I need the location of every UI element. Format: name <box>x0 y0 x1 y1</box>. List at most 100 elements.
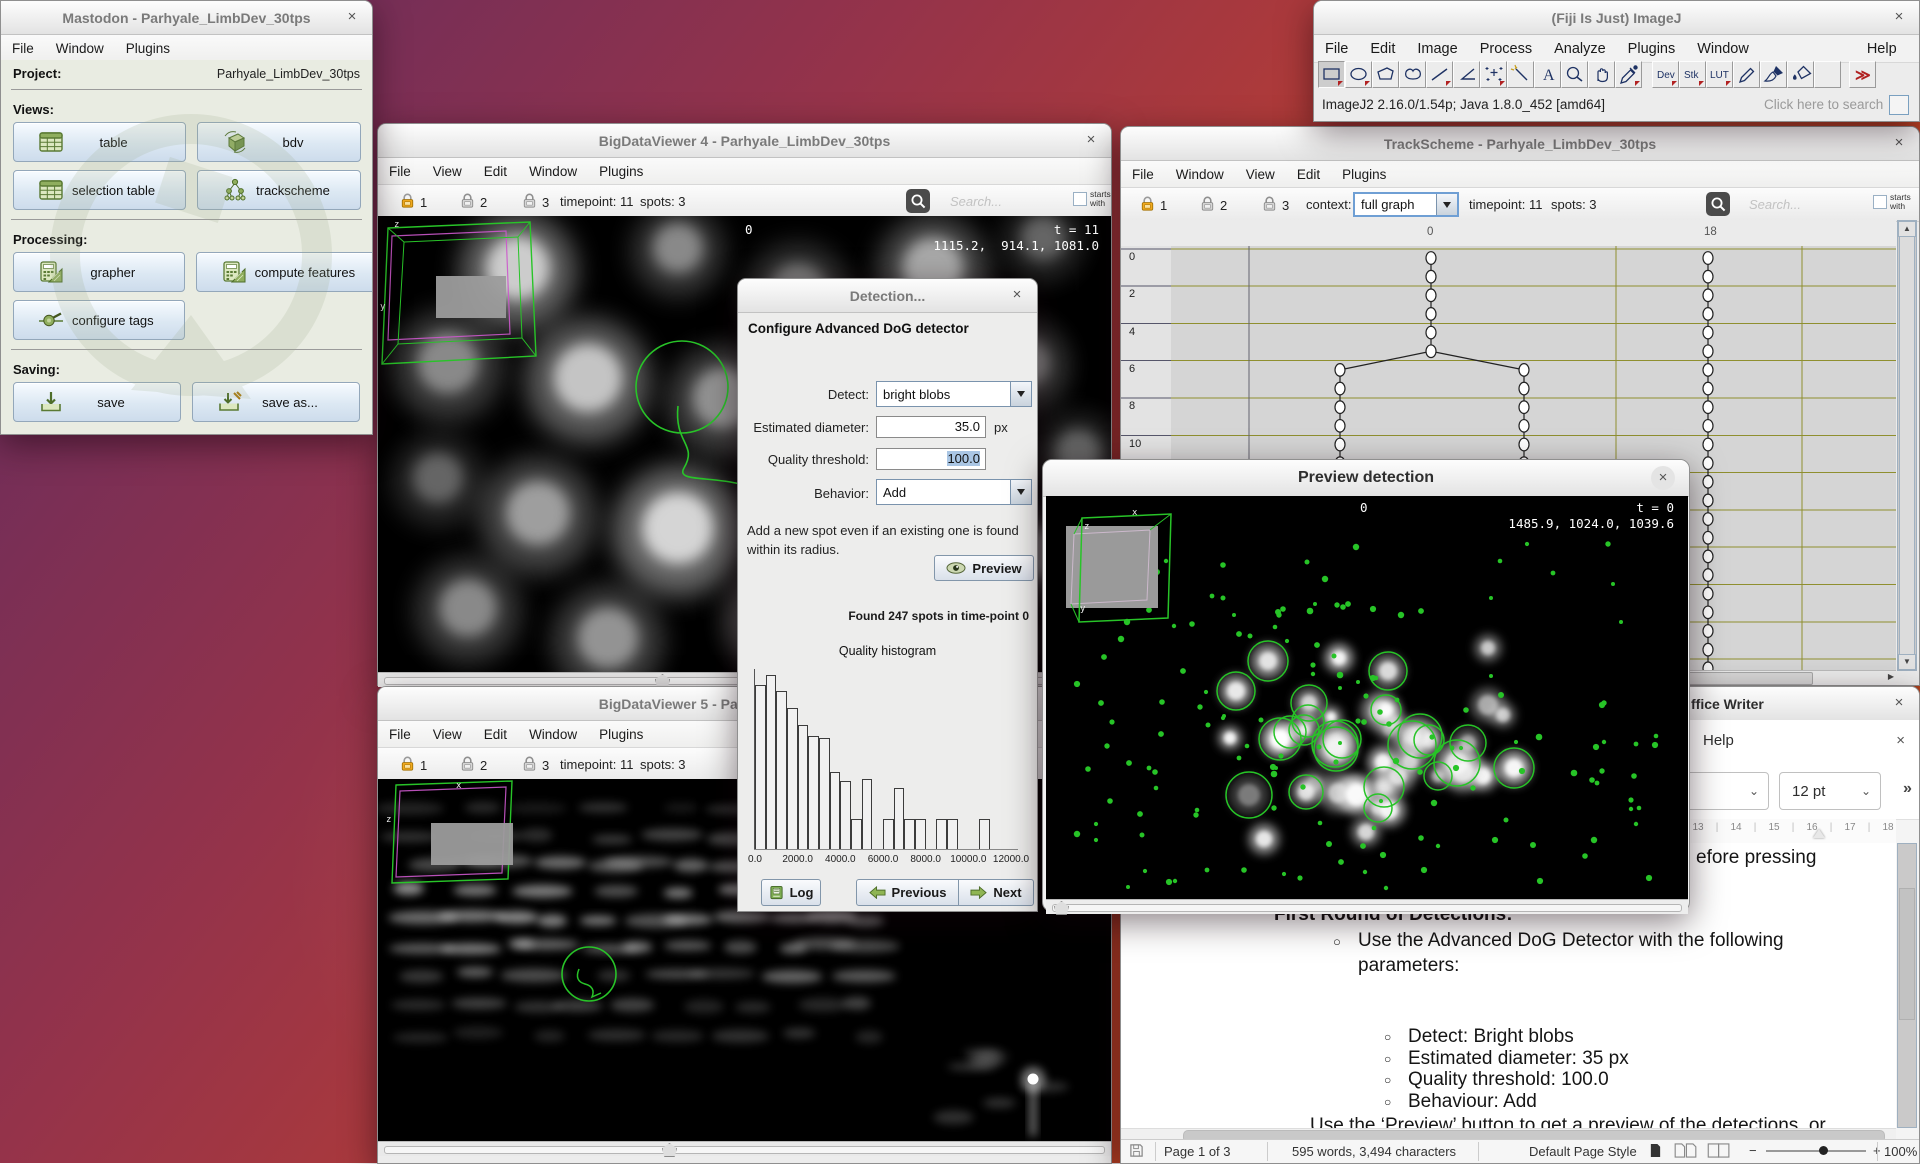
fill-tool[interactable] <box>1787 61 1814 88</box>
menu-view[interactable]: View <box>422 723 473 746</box>
lock-1[interactable]: 1 <box>399 755 427 775</box>
lock-1[interactable]: 1 <box>1139 195 1167 215</box>
menu-plugins[interactable]: Plugins <box>588 723 654 746</box>
vertical-scrollbar[interactable] <box>1897 843 1917 1128</box>
search-icon[interactable] <box>1706 192 1730 216</box>
menu-edit[interactable]: Edit <box>473 160 518 183</box>
menu-plugins[interactable]: Plugins <box>1617 37 1687 61</box>
lock-3[interactable]: 3 <box>1261 195 1289 215</box>
font-size-dropdown[interactable]: 12 pt⌄ <box>1779 772 1881 810</box>
scrollbar-thumb[interactable] <box>1899 888 1915 1020</box>
menu-edit[interactable]: Edit <box>473 723 518 746</box>
bdv4-titlebar[interactable]: BigDataViewer 4 - Parhyale_LimbDev_30tps… <box>378 124 1111 158</box>
search-icon[interactable] <box>906 189 930 213</box>
menu-image[interactable]: Image <box>1406 37 1468 61</box>
chevron-down-icon[interactable] <box>1010 480 1031 504</box>
menu-plugins[interactable]: Plugins <box>588 160 654 183</box>
menu-plugins[interactable]: Plugins <box>1331 163 1397 186</box>
more-tool[interactable]: ≫ <box>1849 61 1876 88</box>
menu-view[interactable]: View <box>422 160 473 183</box>
single-page-view-icon[interactable] <box>1649 1143 1662 1161</box>
rectangle-tool[interactable] <box>1318 61 1345 88</box>
preview-titlebar[interactable]: Preview detection× <box>1043 460 1689 497</box>
point-tool[interactable] <box>1480 61 1507 88</box>
menu-window[interactable]: Window <box>518 723 588 746</box>
menu-file[interactable]: File <box>378 160 422 183</box>
word-count[interactable]: 595 words, 3,494 characters <box>1292 1144 1456 1159</box>
save-status-icon[interactable] <box>1129 1143 1144 1161</box>
zoom-out-icon[interactable]: − <box>1749 1143 1757 1158</box>
chevron-down-icon[interactable] <box>1010 382 1031 406</box>
close-icon[interactable]: × <box>1890 694 1908 712</box>
freehand-tool[interactable] <box>1399 61 1426 88</box>
close-icon[interactable]: × <box>1651 466 1675 490</box>
lock-2[interactable]: 2 <box>459 755 487 775</box>
multi-page-view-icon[interactable] <box>1673 1143 1698 1161</box>
lock-3[interactable]: 3 <box>521 192 549 212</box>
search-input[interactable]: Search... <box>950 194 1002 209</box>
zoom-percent[interactable]: 100% <box>1884 1144 1917 1159</box>
starts-with-checkbox[interactable]: startswith <box>1073 190 1111 208</box>
page-count[interactable]: Page 1 of 3 <box>1164 1144 1231 1159</box>
imagej-titlebar[interactable]: (Fiji Is Just) ImageJ× <box>1314 1 1919 35</box>
lock-2[interactable]: 2 <box>459 192 487 212</box>
scrollbar-thumb[interactable] <box>1899 236 1915 655</box>
preview-image-canvas[interactable]: 0 t = 0 1485.9, 1024.0, 1039.6 x z y <box>1046 496 1688 899</box>
search-input[interactable]: Search... <box>1749 197 1801 212</box>
text-tool[interactable]: A <box>1534 61 1561 88</box>
zoom-slider[interactable] <box>1766 1150 1866 1152</box>
chevron-down-icon[interactable] <box>1436 194 1457 215</box>
preview-button[interactable]: Preview <box>934 555 1034 581</box>
wand-tool[interactable] <box>1507 61 1534 88</box>
dropper-tool[interactable] <box>1615 61 1642 88</box>
close-icon[interactable]: × <box>1890 134 1908 152</box>
lock-2[interactable]: 2 <box>1199 195 1227 215</box>
book-view-icon[interactable] <box>1707 1143 1732 1161</box>
brush-tool[interactable] <box>1760 61 1787 88</box>
menu-file[interactable]: File <box>1121 163 1165 186</box>
pencil-tool[interactable] <box>1733 61 1760 88</box>
menu-edit[interactable]: Edit <box>1286 163 1331 186</box>
menu-help[interactable]: Help <box>1703 732 1734 749</box>
blank-tool[interactable] <box>1814 61 1841 88</box>
stk-tool[interactable]: Stk <box>1679 61 1706 88</box>
scroll-right-icon[interactable]: ▶ <box>1888 672 1894 681</box>
angle-tool[interactable] <box>1453 61 1480 88</box>
detection-titlebar[interactable]: Detection...× <box>738 279 1037 313</box>
menu-analyze[interactable]: Analyze <box>1543 37 1617 61</box>
imagej-search-box[interactable] <box>1889 95 1909 115</box>
menu-file[interactable]: File <box>1 37 45 60</box>
lock-1[interactable]: 1 <box>399 192 427 212</box>
context-dropdown[interactable]: full graph <box>1353 192 1459 217</box>
column-header[interactable]: 0 <box>1427 226 1433 238</box>
close-icon[interactable]: × <box>1008 286 1026 304</box>
close-icon[interactable]: × <box>1890 8 1908 26</box>
imagej-search-input[interactable]: Click here to search <box>1764 97 1883 112</box>
diameter-input[interactable]: 35.0 <box>876 416 986 438</box>
menu-window[interactable]: Window <box>1165 163 1235 186</box>
column-header[interactable]: 18 <box>1704 226 1717 238</box>
page-style[interactable]: Default Page Style <box>1529 1144 1637 1159</box>
indent-marker-icon[interactable] <box>1813 829 1825 838</box>
next-button[interactable]: Next <box>958 879 1034 906</box>
menu-window[interactable]: Window <box>45 37 115 60</box>
vertical-scrollbar[interactable]: ▲ ▼ <box>1897 220 1917 671</box>
zoom-tool[interactable] <box>1561 61 1588 88</box>
detect-dropdown[interactable]: bright blobs <box>876 381 1032 407</box>
previous-button[interactable]: Previous <box>856 879 959 906</box>
menu-help[interactable]: Help <box>1856 37 1908 61</box>
menu-file[interactable]: File <box>1314 37 1359 61</box>
log-button[interactable]: Log <box>761 879 821 906</box>
oval-tool[interactable] <box>1345 61 1372 88</box>
document-close-icon[interactable]: × <box>1896 732 1905 749</box>
menu-window[interactable]: Window <box>518 160 588 183</box>
menu-edit[interactable]: Edit <box>1359 37 1406 61</box>
behavior-dropdown[interactable]: Add <box>876 479 1032 505</box>
menu-file[interactable]: File <box>378 723 422 746</box>
trackscheme-titlebar[interactable]: TrackScheme - Parhyale_LimbDev_30tps× <box>1121 127 1919 161</box>
toolbar-overflow-icon[interactable]: » <box>1903 780 1912 798</box>
line-tool[interactable] <box>1426 61 1453 88</box>
close-icon[interactable]: × <box>1082 131 1100 149</box>
menu-plugins[interactable]: Plugins <box>115 37 181 60</box>
dev-tool[interactable]: Dev <box>1652 61 1679 88</box>
